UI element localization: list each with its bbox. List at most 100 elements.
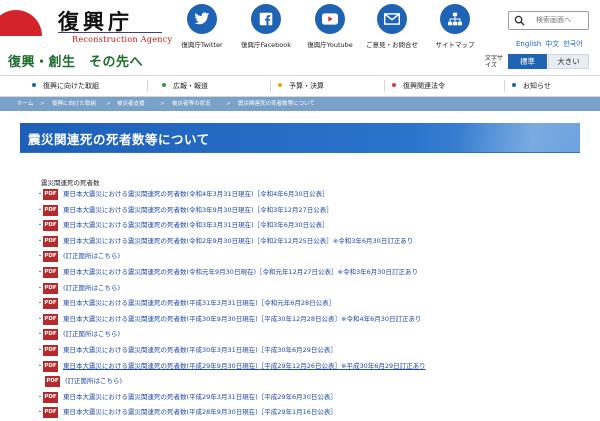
list-item[interactable]: ・ PDF 東日本大震災における震災関連死の死者数(令和2年9月30日現在)［令和2… xyxy=(37,234,577,250)
nav-item-pr[interactable]: 広報・報道 xyxy=(162,76,208,96)
contact-link[interactable]: ご意見・お問合せ xyxy=(364,4,420,49)
list-item[interactable]: ・ PDF (訂正箇所はこちら) xyxy=(37,327,577,343)
correction-link[interactable]: (訂正箇所はこちら) xyxy=(63,249,120,265)
pdf-icon: PDF xyxy=(43,344,58,356)
list-item[interactable]: ・ PDF 東日本大震災における震災関連死の死者数(令和4年3月31日現在)［令和4… xyxy=(37,187,577,203)
breadcrumb-current: 震災関連死の死者数等について xyxy=(238,101,315,107)
list-item[interactable]: ・ PDF 東日本大震災における震災関連死の死者数(平成28年9月30日現在)［平成… xyxy=(37,405,577,421)
page-title-bar: 震災関連死の死者数等について xyxy=(20,123,580,152)
list-item[interactable]: ・ PDF 東日本大震災における震災関連死の死者数(平成30年9月30日現在)［平成… xyxy=(37,312,577,328)
mail-icon xyxy=(377,4,407,34)
pdf-icon: PDF xyxy=(43,235,58,247)
lang-english[interactable]: English xyxy=(516,40,541,48)
list-item[interactable]: ・ PDF (訂正箇所はこちら) xyxy=(37,249,577,265)
list-item[interactable]: ・ PDF (訂正箇所はこちら) xyxy=(37,281,577,297)
search-button[interactable]: 検索画面へ xyxy=(508,11,589,30)
pdf-link[interactable]: 東日本大震災における震災関連死の死者数(平成30年9月30日現在)［平成30年1… xyxy=(63,312,422,328)
pdf-link[interactable]: 東日本大震災における震災関連死の死者数(令和4年3月31日現在)［令和4年6月3… xyxy=(63,187,329,203)
nav-item-news[interactable]: お知らせ xyxy=(512,76,551,96)
nav-item-label: 復興関連法令 xyxy=(403,82,445,90)
nav-dot-icon xyxy=(162,83,166,87)
pdf-link[interactable]: 東日本大震災における震災関連死の死者数(令和元年9月30日現在)［令和元年12月… xyxy=(63,265,418,281)
nav-item-budget[interactable]: 予算・決算 xyxy=(278,76,324,96)
breadcrumb-separator: > xyxy=(226,101,231,107)
list-item[interactable]: ・ PDF 東日本大震災における震災関連死の死者数(令和3年9月30日現在)［令和3… xyxy=(37,203,577,219)
pdf-icon: PDF xyxy=(43,189,58,200)
agency-logo-subtitle: Reconstruction Agency xyxy=(72,35,173,44)
pdf-icon: PDF xyxy=(43,360,58,372)
pdf-link[interactable]: 東日本大震災における震災関連死の死者数(令和3年3月31日現在)［令和3年6月3… xyxy=(63,218,329,234)
nav-item-label: 復興に向けた取組 xyxy=(43,82,99,90)
youtube-link[interactable]: 復興庁Youtube xyxy=(302,4,358,49)
nav-item-laws[interactable]: 復興関連法令 xyxy=(392,76,445,96)
lang-chinese[interactable]: 中文 xyxy=(545,40,559,48)
breadcrumb-victim-status[interactable]: 被災者等の状況 xyxy=(172,97,211,111)
global-nav: 復興に向けた取組 広報・報道 予算・決算 復興関連法令 お知らせ xyxy=(0,75,600,97)
pdf-link-list: ・ PDF 東日本大震災における震災関連死の死者数(令和4年3月31日現在)［令和4… xyxy=(37,187,577,421)
language-links: English 中文 한국어 xyxy=(516,39,587,49)
pdf-icon: PDF xyxy=(45,376,60,388)
pdf-link[interactable]: 東日本大震災における震災関連死の死者数(平成28年9月30日現在)［平成29年1… xyxy=(63,405,337,421)
correction-link[interactable]: (訂正箇所はこちら) xyxy=(65,374,122,390)
nav-dot-icon xyxy=(278,83,282,87)
sitemap-link[interactable]: サイトマップ xyxy=(432,4,478,49)
list-item[interactable]: ・ PDF 東日本大震災における震災関連死の死者数(平成29年9月30日現在)［平成… xyxy=(37,359,577,375)
list-item[interactable]: ・ PDF 東日本大震災における震災関連死の死者数(平成30年3月31日現在)［平成… xyxy=(37,343,577,359)
nav-dot-icon xyxy=(512,83,516,87)
youtube-icon xyxy=(315,4,345,34)
breadcrumb-separator: > xyxy=(160,101,165,107)
page-title: 震災関連死の死者数等について xyxy=(28,132,210,147)
pdf-icon: PDF xyxy=(43,266,58,278)
facebook-label: 復興庁Facebook xyxy=(240,41,292,49)
nav-item-label: 予算・決算 xyxy=(289,82,324,90)
title-bar-highlight xyxy=(460,123,580,152)
list-item[interactable]: ・ PDF 東日本大震災における震災関連死の死者数(令和元年9月30日現在)［令和元… xyxy=(37,265,577,281)
text-size-standard-button[interactable]: 標準 xyxy=(508,54,547,69)
correction-link[interactable]: (訂正箇所はこちら) xyxy=(63,281,120,297)
title-underline xyxy=(20,152,580,153)
text-size-label: 文字サイズ xyxy=(485,55,504,69)
nav-divider xyxy=(384,80,385,92)
list-item[interactable]: PDF (訂正箇所はこちら) xyxy=(37,374,577,390)
pdf-icon: PDF xyxy=(43,298,58,310)
search-icon xyxy=(514,15,525,26)
breadcrumb-home[interactable]: ホーム xyxy=(17,97,33,111)
nav-divider xyxy=(147,80,148,92)
breadcrumb-separator: > xyxy=(40,101,45,107)
pdf-link[interactable]: 東日本大震災における震災関連死の死者数(令和3年9月30日現在)［令和3年12月… xyxy=(63,203,333,219)
twitter-label: 復興庁Twitter xyxy=(181,41,223,49)
pdf-link[interactable]: 東日本大震災における震災関連死の死者数(平成30年3月31日現在)［平成30年6… xyxy=(63,343,337,359)
pdf-link[interactable]: 東日本大震災における震災関連死の死者数(平成29年9月30日現在)［平成29年1… xyxy=(63,359,426,375)
logo-divider xyxy=(58,32,162,33)
nav-divider xyxy=(504,80,505,92)
section-heading: 震災関連死の死者数 xyxy=(41,179,100,187)
search-placeholder: 検索画面へ xyxy=(536,16,571,24)
lang-korean[interactable]: 한국어 xyxy=(563,40,582,48)
correction-link[interactable]: (訂正箇所はこちら) xyxy=(63,327,120,343)
pdf-icon: PDF xyxy=(43,251,58,263)
breadcrumb: ホーム > 復興に向けた取組 > 被災者支援 > 被災者等の状況 > 震災関連死… xyxy=(0,97,600,111)
breadcrumb-victim-support[interactable]: 被災者支援 xyxy=(117,97,145,111)
pdf-icon: PDF xyxy=(43,220,58,232)
list-item[interactable]: ・ PDF 東日本大震災における震災関連死の死者数(平成29年3月31日現在)［平成… xyxy=(37,390,577,406)
pdf-link[interactable]: 東日本大震災における震災関連死の死者数(平成29年3月31日現在)［平成29年6… xyxy=(63,390,337,406)
contact-label: ご意見・お問合せ xyxy=(366,41,418,49)
pdf-icon: PDF xyxy=(43,407,58,419)
text-size-large-button[interactable]: 大きい xyxy=(548,54,589,69)
nav-dot-icon xyxy=(32,83,36,87)
list-item[interactable]: ・ PDF 東日本大震災における震災関連死の死者数(平成31年3月31日現在)［令和… xyxy=(37,296,577,312)
breadcrumb-reconstruction[interactable]: 復興に向けた取組 xyxy=(52,97,96,111)
pdf-link[interactable]: 東日本大震災における震災関連死の死者数(令和2年9月30日現在)［令和2年12月… xyxy=(63,234,413,250)
pdf-link[interactable]: 東日本大震災における震災関連死の死者数(平成31年3月31日現在)［令和元年6月… xyxy=(63,296,335,312)
facebook-link[interactable]: 復興庁Facebook xyxy=(238,4,294,49)
pdf-icon: PDF xyxy=(43,391,58,403)
nav-item-label: お知らせ xyxy=(523,82,551,90)
nav-dot-icon xyxy=(392,83,396,87)
nav-item-reconstruction[interactable]: 復興に向けた取組 xyxy=(32,76,99,96)
nav-divider xyxy=(270,80,271,92)
list-item[interactable]: ・ PDF 東日本大震災における震災関連死の死者数(令和3年3月31日現在)［令和3… xyxy=(37,218,577,234)
sitemap-label: サイトマップ xyxy=(435,41,475,49)
pdf-icon: PDF xyxy=(43,282,58,294)
twitter-link[interactable]: 復興庁Twitter xyxy=(178,4,226,49)
pdf-icon: PDF xyxy=(43,313,58,325)
